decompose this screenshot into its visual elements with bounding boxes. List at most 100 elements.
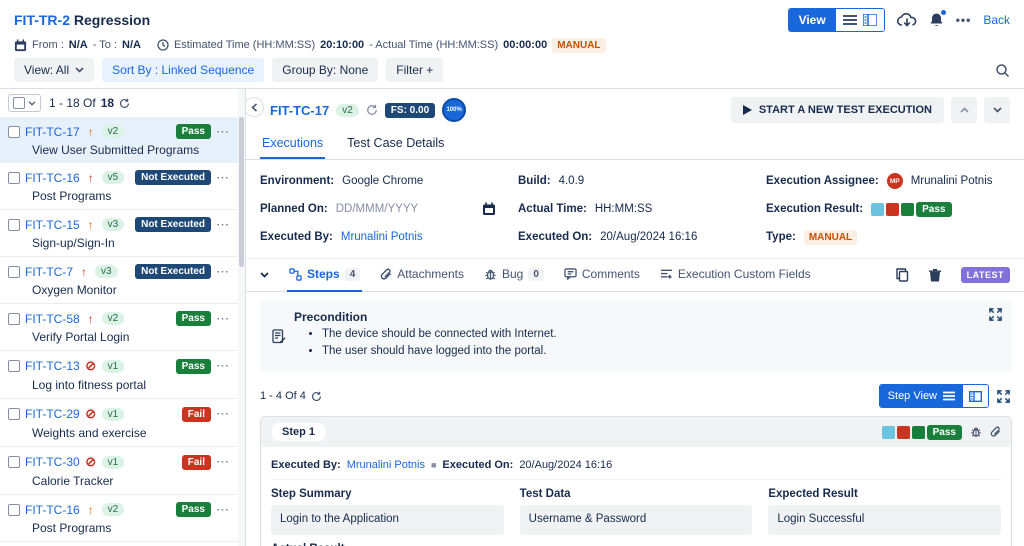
subtab-steps[interactable]: Steps 4 <box>286 267 363 292</box>
step-pass-badge[interactable]: Pass <box>926 424 962 440</box>
row-more-icon[interactable]: ⋯ <box>216 312 229 325</box>
test-case-row[interactable]: FIT-TC-17 ↑ v2 Pass ⋯ View User Submitte… <box>0 117 245 163</box>
test-data-value[interactable]: Username & Password <box>519 505 753 535</box>
step-view-toggle[interactable]: Step View <box>878 384 989 408</box>
test-run-id-link[interactable]: FIT-TR-2 <box>14 12 70 28</box>
test-case-id-link[interactable]: FIT-TC-16 <box>25 171 80 185</box>
result-fail-swatch[interactable] <box>896 425 910 439</box>
subtab-comments[interactable]: Comments <box>564 267 640 283</box>
left-panel-scrollbar[interactable] <box>238 89 245 546</box>
row-more-icon[interactable]: ⋯ <box>216 359 229 372</box>
cloud-download-icon[interactable] <box>896 12 917 28</box>
search-icon[interactable] <box>995 63 1010 78</box>
executed-by-value[interactable]: Mrunalini Potnis <box>341 231 423 243</box>
test-case-id-link[interactable]: FIT-TC-15 <box>25 218 80 232</box>
execution-result-selector[interactable]: Pass <box>871 201 952 217</box>
environment-value[interactable]: Google Chrome <box>342 175 423 187</box>
row-checkbox[interactable] <box>8 408 20 420</box>
test-case-id-link[interactable]: FIT-TC-58 <box>25 312 80 326</box>
list-view-icon[interactable] <box>842 14 857 26</box>
test-case-id-link[interactable]: FIT-TC-29 <box>25 407 80 421</box>
row-checkbox[interactable] <box>8 360 20 372</box>
result-pass-swatch[interactable] <box>911 425 925 439</box>
step-result-selector[interactable]: Pass <box>881 424 962 440</box>
row-more-icon[interactable]: ⋯ <box>216 218 229 231</box>
result-notexecuted-swatch[interactable] <box>881 425 895 439</box>
result-pass-badge[interactable]: Pass <box>916 201 952 217</box>
test-case-row[interactable]: FIT-TC-13 ⊘ v1 Pass ⋯ Log into fitness p… <box>0 351 245 399</box>
test-case-id-link[interactable]: FIT-TC-17 <box>25 125 80 139</box>
test-case-row[interactable]: FIT-TC-16 ↑ v2 Pass ⋯ Post Programs <box>0 495 245 542</box>
row-more-icon[interactable]: ⋯ <box>216 503 229 516</box>
refresh-icon[interactable] <box>119 98 130 109</box>
row-more-icon[interactable]: ⋯ <box>216 171 229 184</box>
build-value[interactable]: 4.0.9 <box>559 175 585 187</box>
back-link[interactable]: Back <box>983 13 1010 27</box>
delete-execution-icon[interactable] <box>928 268 941 282</box>
planned-on-input[interactable]: DD/MMM/YYYY <box>336 203 418 215</box>
row-checkbox[interactable] <box>8 125 20 138</box>
row-checkbox[interactable] <box>8 503 20 516</box>
test-case-row[interactable]: FIT-TC-15 ↑ v3 Not Executed ⋯ Sign-up/Si… <box>0 210 245 257</box>
subtab-bug[interactable]: Bug 0 <box>484 267 544 283</box>
test-case-id-link[interactable]: FIT-TC-7 <box>25 265 73 279</box>
row-more-icon[interactable]: ⋯ <box>216 265 229 278</box>
result-pass-swatch[interactable] <box>901 202 915 216</box>
result-fail-swatch[interactable] <box>886 202 900 216</box>
test-case-row[interactable]: FIT-TC-29 ⊘ v1 Fail ⋯ Weights and exerci… <box>0 399 245 447</box>
assignee-label: Execution Assignee: <box>766 175 879 187</box>
row-checkbox[interactable] <box>8 171 20 184</box>
page-header: FIT-TR-2 Regression View ••• Back <box>0 0 1024 34</box>
more-actions-icon[interactable]: ••• <box>956 13 972 27</box>
test-case-row[interactable]: FIT-TC-57 » v2 Partially Passed ⋯ Regres… <box>0 542 245 546</box>
actual-time-input[interactable]: HH:MM:SS <box>595 203 653 215</box>
row-more-icon[interactable]: ⋯ <box>216 407 229 420</box>
step-executed-by-value[interactable]: Mrunalini Potnis <box>347 459 425 471</box>
result-notexecuted-swatch[interactable] <box>871 202 885 216</box>
progress-circle: 100% <box>442 98 467 122</box>
tab-test-case-details[interactable]: Test Case Details <box>345 131 446 159</box>
expand-steps-icon[interactable] <box>997 389 1010 403</box>
filter-button[interactable]: Filter + <box>386 58 444 82</box>
row-checkbox[interactable] <box>8 456 20 468</box>
view-filter-dropdown[interactable]: View: All <box>14 58 95 82</box>
step-attachment-icon[interactable] <box>990 426 1001 438</box>
test-case-row[interactable]: FIT-TC-16 ↑ v5 Not Executed ⋯ Post Progr… <box>0 163 245 210</box>
expected-result-value[interactable]: Login Successful <box>768 505 1001 535</box>
start-test-execution-button[interactable]: START A NEW TEST EXECUTION <box>730 97 944 123</box>
row-more-icon[interactable]: ⋯ <box>216 125 229 138</box>
row-checkbox[interactable] <box>8 265 20 278</box>
calendar-icon[interactable] <box>482 202 496 216</box>
tab-executions[interactable]: Executions <box>260 131 326 159</box>
next-test-case-button[interactable] <box>984 97 1010 123</box>
step-bug-icon[interactable] <box>970 426 982 438</box>
row-checkbox[interactable] <box>8 218 20 231</box>
previous-test-case-button[interactable] <box>951 97 977 123</box>
test-case-id-link[interactable]: FIT-TC-16 <box>25 503 80 517</box>
row-more-icon[interactable]: ⋯ <box>216 455 229 468</box>
test-case-id-link[interactable]: FIT-TC-13 <box>25 359 80 373</box>
select-all-checkbox[interactable] <box>13 97 25 109</box>
select-all-dropdown[interactable] <box>8 94 41 112</box>
copy-execution-icon[interactable] <box>895 268 909 282</box>
test-case-row[interactable]: FIT-TC-7 ↑ v3 Not Executed ⋯ Oxygen Moni… <box>0 257 245 304</box>
refresh-icon[interactable] <box>311 391 322 402</box>
expand-precondition-icon[interactable] <box>989 308 1002 321</box>
view-button[interactable]: View <box>788 9 836 31</box>
sort-by-button[interactable]: Sort By : Linked Sequence <box>102 58 265 82</box>
step-card-header[interactable]: Step 1 Pass <box>261 417 1011 447</box>
refresh-icon[interactable] <box>366 104 378 116</box>
step-summary-value[interactable]: Login to the Application <box>271 505 504 535</box>
test-case-row[interactable]: FIT-TC-58 ↑ v2 Pass ⋯ Verify Portal Logi… <box>0 304 245 351</box>
collapse-section-icon[interactable] <box>260 272 269 278</box>
group-by-button[interactable]: Group By: None <box>272 58 379 82</box>
test-case-row[interactable]: FIT-TC-30 ⊘ v1 Fail ⋯ Calorie Tracker <box>0 447 245 495</box>
detail-test-case-id[interactable]: FIT-TC-17 <box>270 103 329 118</box>
row-checkbox[interactable] <box>8 312 20 325</box>
notifications-bell-icon[interactable] <box>929 10 946 28</box>
test-case-id-link[interactable]: FIT-TC-30 <box>25 455 80 469</box>
assignee-value[interactable]: Mrunalini Potnis <box>911 175 993 187</box>
subtab-attachments[interactable]: Attachments <box>380 267 464 283</box>
subtab-execution-custom-fields[interactable]: Execution Custom Fields <box>660 267 811 283</box>
split-view-icon[interactable] <box>862 14 877 26</box>
